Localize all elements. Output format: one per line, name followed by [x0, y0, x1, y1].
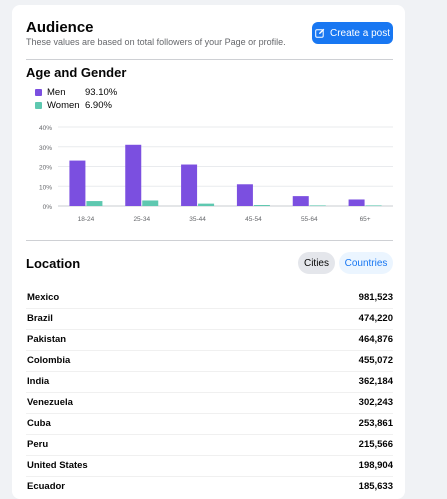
age-gender-title: Age and Gender: [26, 65, 127, 80]
location-followers: 464,876: [358, 334, 393, 345]
location-row: Brazil 474,220: [26, 309, 393, 330]
location-row: Venezuela 302,243: [26, 393, 393, 414]
location-name: United States: [27, 460, 88, 471]
legend-men: Men 93.10%: [35, 87, 117, 98]
bar-men-65+: [348, 199, 365, 206]
location-followers: 185,633: [358, 481, 393, 492]
legend-swatch-men: [35, 89, 42, 96]
y-tick-label: 40%: [39, 125, 52, 132]
x-tick-label: 55-64: [301, 216, 318, 223]
legend-women: Women 6.90%: [35, 100, 112, 111]
bar-men-25-34: [125, 144, 142, 206]
location-followers: 981,523: [358, 292, 393, 303]
x-tick-label: 35-44: [189, 216, 206, 223]
location-followers: 198,904: [358, 460, 393, 471]
location-row: United States 198,904: [26, 456, 393, 477]
audience-subtitle: These values are based on total follower…: [26, 37, 286, 47]
section-divider: [26, 240, 393, 241]
location-row: India 362,184: [26, 372, 393, 393]
bar-women-45-54: [253, 205, 270, 206]
location-name: India: [27, 376, 50, 387]
location-name: Ecuador: [27, 481, 66, 492]
audience-title: Audience: [26, 19, 94, 36]
bar-men-35-44: [181, 164, 198, 206]
bar-women-35-44: [198, 203, 215, 206]
location-row: Pakistan 464,876: [26, 330, 393, 351]
bar-women-55-64: [309, 205, 326, 207]
location-followers: 215,566: [358, 439, 393, 450]
bar-men-45-54: [236, 184, 253, 206]
bar-women-65+: [365, 205, 382, 207]
location-name: Colombia: [27, 355, 71, 366]
legend-value-women: 6.90%: [85, 100, 112, 111]
age-gender-bar-chart: 0% 10% 20% 30% 40% 18-24 25-34 35-44 45-54 55-64 6…: [39, 125, 393, 223]
compose-icon: [315, 28, 325, 38]
location-followers: 253,861: [358, 418, 393, 429]
location-followers: 302,243: [358, 397, 393, 408]
location-title: Location: [26, 256, 81, 271]
y-tick-label: 0%: [43, 204, 53, 211]
legend-value-men: 93.10%: [85, 87, 118, 98]
location-name: Mexico: [27, 292, 60, 303]
bar-women-18-24: [86, 201, 103, 206]
audience-card: Audience These values are based on total…: [12, 5, 405, 499]
x-tick-label: 18-24: [78, 216, 95, 223]
tab-countries[interactable]: Countries: [339, 252, 393, 274]
location-row: Peru 215,566: [26, 435, 393, 456]
tab-cities[interactable]: Cities: [298, 252, 335, 274]
bar-women-25-34: [142, 200, 159, 206]
location-row: Cuba 253,861: [26, 414, 393, 435]
section-divider: [26, 59, 393, 60]
legend-label-women: Women: [47, 100, 80, 111]
location-followers: 474,220: [358, 313, 393, 324]
location-name: Venezuela: [27, 397, 73, 408]
bar-men-18-24: [69, 160, 86, 206]
location-name: Peru: [27, 439, 49, 450]
x-tick-label: 25-34: [133, 216, 150, 223]
location-row: Mexico 981,523: [26, 288, 393, 309]
x-tick-label: 65+: [360, 216, 371, 223]
location-row: Colombia 455,072: [26, 351, 393, 372]
location-followers: 455,072: [358, 355, 393, 366]
location-followers: 362,184: [358, 376, 393, 387]
x-tick-label: 45-54: [245, 216, 262, 223]
location-row: Ecuador 185,633: [26, 477, 393, 498]
y-tick-label: 20%: [39, 165, 52, 172]
location-name: Brazil: [27, 313, 53, 324]
bar-men-55-64: [292, 196, 309, 206]
location-name: Pakistan: [27, 334, 67, 345]
legend-label-men: Men: [47, 87, 66, 98]
y-tick-label: 30%: [39, 145, 52, 152]
create-post-label: Create a post: [329, 27, 391, 39]
location-name: Cuba: [27, 418, 51, 429]
create-post-button[interactable]: Create a post: [312, 22, 393, 44]
legend-swatch-women: [35, 102, 42, 109]
y-tick-label: 10%: [39, 184, 52, 191]
